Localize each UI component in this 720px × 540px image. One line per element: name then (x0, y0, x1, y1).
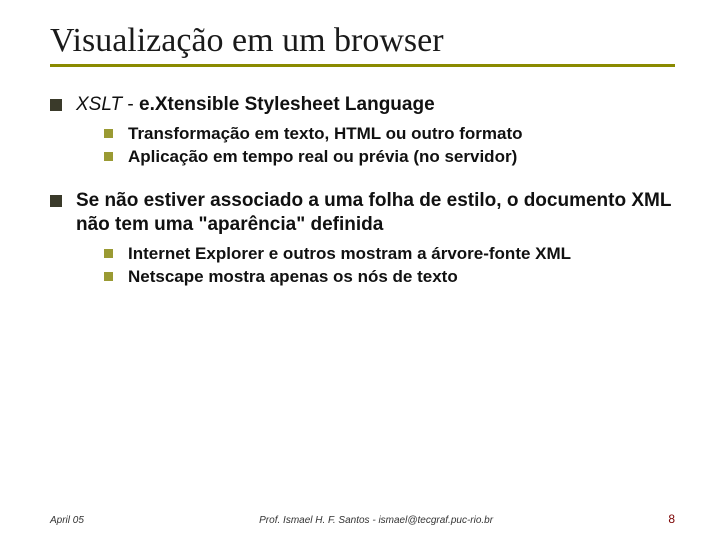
bullet-lead-bold: e.Xtensible Stylesheet Language (139, 94, 435, 115)
footer: April 05 Prof. Ismael H. F. Santos - ism… (0, 512, 720, 526)
sub-bullet-item: Netscape mostra apenas os nós de texto (104, 266, 675, 287)
footer-date: April 05 (50, 515, 84, 526)
title-underline (50, 64, 675, 67)
bullet-item: Se não estiver associado a uma folha de … (50, 189, 675, 287)
footer-author: Prof. Ismael H. F. Santos - ismael@tecgr… (84, 515, 668, 526)
slide: Visualização em um browser XSLT - e.Xten… (0, 0, 720, 540)
bullet-lead-italic: XSLT (76, 94, 122, 115)
bullet-lead-bold: Se não estiver associado a uma folha de … (76, 190, 671, 235)
sub-bullet-item: Transformação em texto, HTML ou outro fo… (104, 123, 675, 144)
bullet-lead-plain: - (122, 94, 139, 115)
bullet-item: XSLT - e.Xtensible Stylesheet Language T… (50, 93, 675, 167)
sub-bullet-item: Internet Explorer e outros mostram a árv… (104, 243, 675, 264)
page-title: Visualização em um browser (50, 22, 675, 60)
slide-body: XSLT - e.Xtensible Stylesheet Language T… (50, 93, 675, 287)
sub-bullet-item: Aplicação em tempo real ou prévia (no se… (104, 146, 675, 167)
footer-page-number: 8 (668, 512, 675, 526)
